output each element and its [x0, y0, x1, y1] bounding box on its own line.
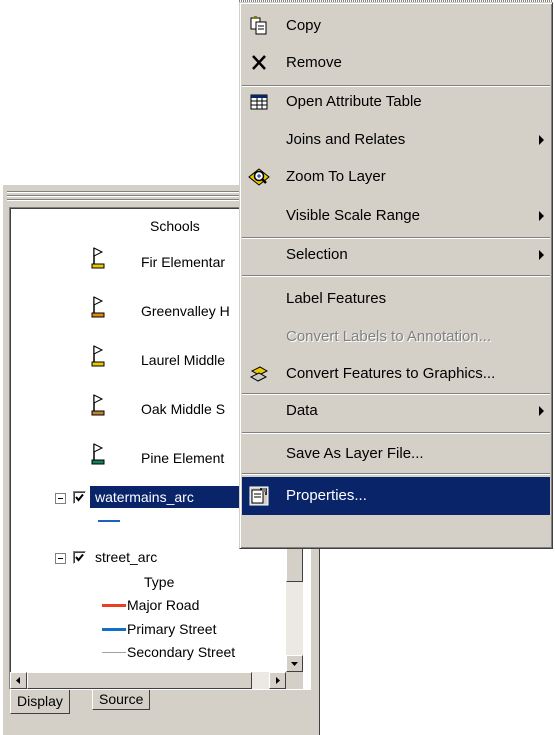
- menu-separator: [242, 432, 550, 434]
- menu-item-selection[interactable]: Selection: [242, 236, 550, 274]
- submenu-arrow-icon: [539, 211, 544, 221]
- menu-item-label: Convert Features to Graphics...: [286, 365, 496, 382]
- secondary-street-symbol: [102, 652, 126, 653]
- attribute-table-icon: [248, 91, 270, 113]
- copy-icon: [248, 15, 270, 37]
- submenu-arrow-icon: [539, 135, 544, 145]
- major-road-symbol: [102, 604, 126, 607]
- school-flag-icon: [91, 393, 105, 417]
- menu-item-label: Data: [286, 402, 318, 419]
- legend-label: Secondary Street: [127, 644, 236, 660]
- scroll-right-button[interactable]: [269, 672, 286, 689]
- school-flag-icon: [91, 344, 105, 368]
- legend-label: Major Road: [127, 597, 200, 613]
- scroll-left-button[interactable]: [10, 672, 27, 689]
- school-label[interactable]: Laurel Middle: [141, 352, 225, 368]
- legend-heading: Type: [144, 574, 175, 590]
- layer-name-street[interactable]: street_arc: [95, 549, 157, 565]
- layer-visibility-checkbox[interactable]: [73, 551, 86, 564]
- school-label[interactable]: Oak Middle S: [141, 401, 225, 417]
- menu-item-properties[interactable]: Properties...: [242, 477, 550, 515]
- arrow-down-icon: [291, 662, 298, 666]
- menu-item-label-features[interactable]: Label Features: [242, 280, 550, 318]
- menu-item-label: Selection: [286, 246, 348, 263]
- menu-item-data[interactable]: Data: [242, 392, 550, 430]
- collapse-toggle[interactable]: [55, 493, 66, 504]
- legend-label: Primary Street: [127, 621, 217, 637]
- school-label[interactable]: Fir Elementar: [141, 254, 225, 270]
- school-flag-icon: [91, 442, 105, 466]
- layer-context-menu: Copy Remove Open Attribute Table Joins a…: [239, 2, 553, 549]
- menu-item-zoom-to-layer[interactable]: Zoom To Layer: [242, 158, 550, 196]
- school-label[interactable]: Pine Element: [141, 450, 224, 466]
- menu-item-label: Convert Labels to Annotation...: [286, 328, 492, 345]
- menu-item-label: Open Attribute Table: [286, 93, 422, 110]
- tab-source[interactable]: Source: [92, 690, 151, 710]
- arrow-left-icon: [16, 677, 20, 684]
- scrollbar-corner: [286, 672, 303, 689]
- menu-item-save-as-layer-file[interactable]: Save As Layer File...: [242, 435, 550, 473]
- horizontal-scrollbar[interactable]: [10, 672, 286, 689]
- school-flag-icon: [91, 246, 105, 270]
- menu-item-convert-features-to-graphics[interactable]: Convert Features to Graphics...: [242, 355, 550, 393]
- menu-item-joins-and-relates[interactable]: Joins and Relates: [242, 121, 550, 159]
- horizontal-scroll-thumb[interactable]: [27, 672, 252, 689]
- collapse-toggle[interactable]: [55, 553, 66, 564]
- primary-street-symbol: [102, 628, 126, 631]
- menu-item-label: Remove: [286, 54, 342, 71]
- convert-graphics-icon: [248, 363, 270, 385]
- zoom-to-layer-icon: [248, 166, 270, 188]
- menu-item-open-attribute-table[interactable]: Open Attribute Table: [242, 83, 550, 121]
- menu-item-label: Properties...: [286, 487, 367, 504]
- menu-separator: [242, 473, 550, 475]
- menu-item-visible-scale-range[interactable]: Visible Scale Range: [242, 197, 550, 235]
- watermains-symbol: [98, 520, 120, 522]
- properties-icon: [248, 485, 270, 507]
- tab-display[interactable]: Display: [10, 690, 70, 714]
- menu-item-remove[interactable]: Remove: [242, 44, 550, 82]
- menu-item-label: Label Features: [286, 290, 387, 307]
- menu-item-label: Copy: [286, 17, 322, 34]
- menu-item-copy[interactable]: Copy: [242, 7, 550, 45]
- schools-group-label: Schools: [150, 218, 200, 234]
- school-flag-icon: [91, 295, 105, 319]
- menu-item-label: Joins and Relates: [286, 131, 406, 148]
- submenu-arrow-icon: [539, 250, 544, 260]
- menu-item-label: Zoom To Layer: [286, 168, 386, 185]
- menu-item-label: Save As Layer File...: [286, 445, 424, 462]
- school-label[interactable]: Greenvalley H: [141, 303, 230, 319]
- layer-name-watermains[interactable]: watermains_arc: [95, 489, 194, 505]
- menu-separator: [242, 275, 550, 277]
- menu-item-convert-labels: Convert Labels to Annotation...: [242, 318, 550, 356]
- menu-item-label: Visible Scale Range: [286, 207, 420, 224]
- scroll-down-button[interactable]: [286, 655, 303, 672]
- submenu-arrow-icon: [539, 406, 544, 416]
- layer-visibility-checkbox[interactable]: [73, 491, 86, 504]
- remove-icon: [248, 52, 270, 74]
- arrow-right-icon: [276, 677, 280, 684]
